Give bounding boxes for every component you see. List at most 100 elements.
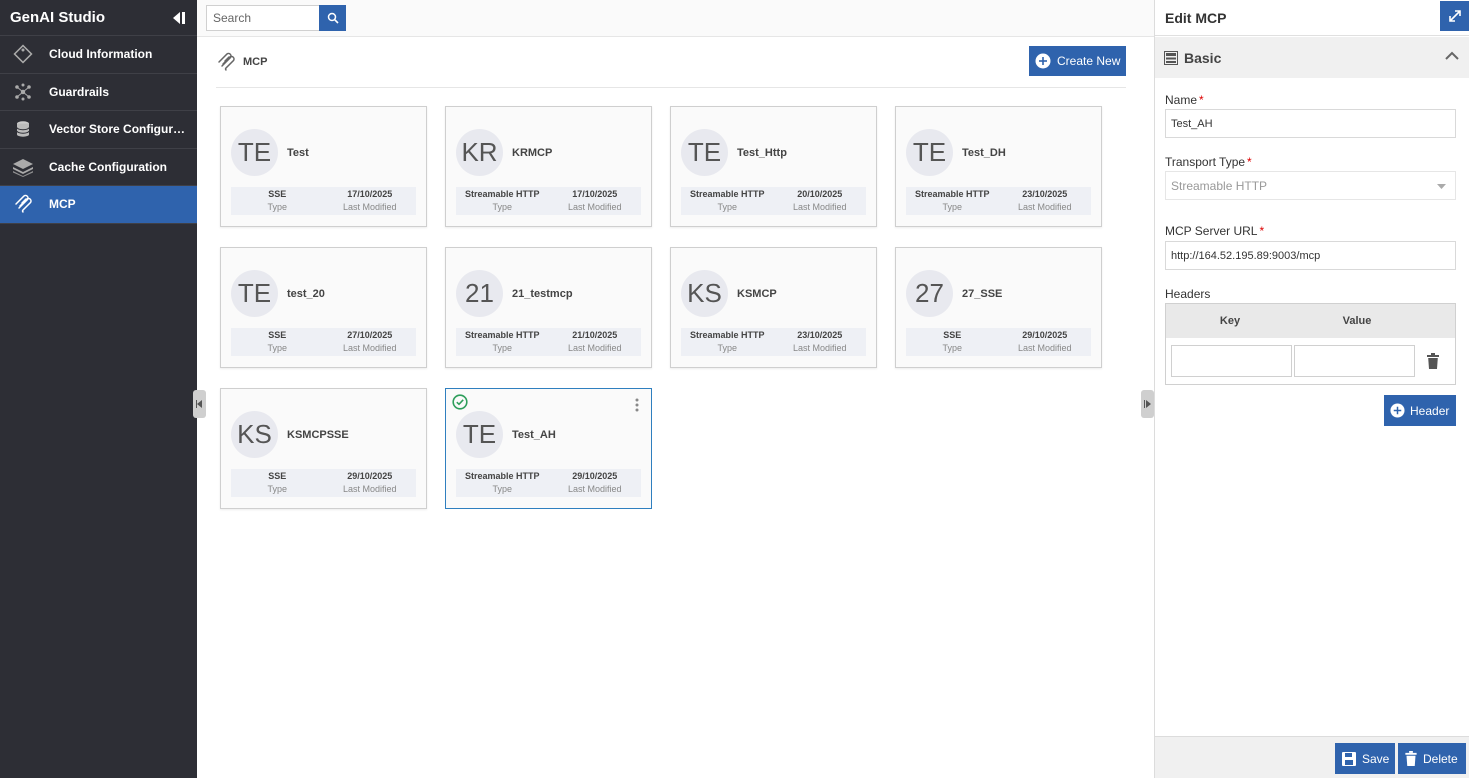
card-name: Test — [287, 147, 309, 159]
card-name: Test_AH — [512, 429, 556, 441]
save-icon — [1342, 751, 1356, 766]
header-key-input[interactable] — [1171, 345, 1292, 377]
header-value-input[interactable] — [1294, 345, 1415, 377]
plus-circle-icon — [1035, 53, 1051, 69]
card-type-value: Streamable HTTP — [464, 471, 540, 481]
card-type-label: Type — [267, 202, 287, 212]
card-type-value: Streamable HTTP — [464, 189, 540, 199]
name-field[interactable] — [1165, 109, 1456, 138]
mcp-card[interactable]: 21 21_testmcp Streamable HTTP Type 21/10/… — [445, 247, 652, 368]
delete-row-icon[interactable] — [1427, 353, 1439, 369]
card-name: Test_DH — [962, 147, 1006, 159]
search-input[interactable] — [206, 5, 319, 31]
sidebar-item-label: Cloud Information — [49, 47, 153, 62]
card-type-label: Type — [717, 343, 737, 353]
mcp-icon — [12, 194, 34, 214]
sidebar-item-label: Guardrails — [49, 84, 110, 99]
trash-icon — [1405, 751, 1417, 766]
mcp-card-selected[interactable]: TE Test_AH Streamable HTTP Type 29/10/202… — [445, 388, 652, 509]
avatar: TE — [906, 129, 953, 176]
mcp-card[interactable]: KS KSMCPSSE SSE Type 29/10/2025 Last Modif… — [220, 388, 427, 509]
mcp-card[interactable]: KR KRMCP Streamable HTTP Type 17/10/2025 L… — [445, 106, 652, 227]
right-splitter-handle[interactable] — [1141, 390, 1154, 418]
sidebar-item-label: Vector Store Configurat... — [49, 122, 189, 137]
check-circle-icon — [452, 394, 468, 410]
sidebar-item-cloud-information[interactable]: Cloud Information — [0, 36, 197, 74]
mcp-card[interactable]: TE Test_Http Streamable HTTP Type 20/10/2… — [670, 106, 877, 227]
value-column-header: Value — [1342, 315, 1372, 327]
mcp-card[interactable]: 27 27_SSE SSE Type 29/10/2025 Last Modifie… — [895, 247, 1102, 368]
card-footer: Streamable HTTP Type 23/10/2025 Last Modif… — [906, 187, 1091, 215]
delete-button[interactable]: Delete — [1398, 743, 1466, 774]
card-name: KSMCPSSE — [287, 429, 349, 441]
avatar: TE — [231, 270, 278, 317]
card-name: test_20 — [287, 288, 325, 300]
sidebar-item-label: Cache Configuration — [49, 159, 168, 174]
sidebar-item-vector-store[interactable]: Vector Store Configurat... — [0, 111, 197, 149]
avatar: KS — [231, 411, 278, 458]
headers-label: Headers — [1165, 287, 1211, 301]
avatar: TE — [681, 129, 728, 176]
card-date-label: Last Modified — [567, 484, 622, 494]
card-date-value: 21/10/2025 — [572, 330, 618, 340]
card-date-label: Last Modified — [1017, 343, 1072, 353]
headers-table: Key Value — [1165, 303, 1456, 385]
card-type-label: Type — [717, 202, 737, 212]
save-button[interactable]: Save — [1335, 743, 1395, 774]
card-date-label: Last Modified — [567, 343, 622, 353]
chevron-up-icon[interactable] — [1445, 51, 1459, 60]
mcp-card[interactable]: TE test_20 SSE Type 27/10/2025 Last Modifi… — [220, 247, 427, 368]
avatar: TE — [456, 411, 503, 458]
avatar: TE — [231, 129, 278, 176]
left-splitter-handle[interactable] — [193, 390, 206, 418]
page-header: MCP Create New — [216, 37, 1126, 88]
avatar: 27 — [906, 270, 953, 317]
tag-icon — [12, 44, 34, 64]
network-icon — [12, 82, 34, 102]
card-footer: Streamable HTTP Type 21/10/2025 Last Modif… — [456, 328, 641, 356]
section-title: Basic — [1184, 49, 1222, 66]
transport-type-value: Streamable HTTP — [1171, 178, 1268, 193]
card-date-label: Last Modified — [1017, 202, 1072, 212]
transport-type-select[interactable]: Streamable HTTP — [1165, 171, 1456, 200]
mcp-server-url-field[interactable] — [1165, 241, 1456, 270]
edit-panel: Edit MCP Basic Name* Transport Type* Str… — [1154, 0, 1469, 778]
card-date-value: 29/10/2025 — [1022, 330, 1068, 340]
card-date-label: Last Modified — [342, 343, 397, 353]
sidebar-item-guardrails[interactable]: Guardrails — [0, 74, 197, 111]
card-date-value: 17/10/2025 — [347, 189, 393, 199]
main-content: MCP Create New TE Test SSE Type 17/10/202… — [193, 0, 1154, 778]
avatar: KR — [456, 129, 503, 176]
delete-label: Delete — [1423, 751, 1458, 766]
mcp-card[interactable]: TE Test_DH Streamable HTTP Type 23/10/202… — [895, 106, 1102, 227]
expand-panel-button[interactable] — [1440, 1, 1469, 31]
card-type-label: Type — [267, 484, 287, 494]
mcp-card[interactable]: TE Test SSE Type 17/10/2025 Last Modified — [220, 106, 427, 227]
panel-footer: Save Delete — [1155, 736, 1469, 778]
sidebar-item-mcp[interactable]: MCP — [0, 186, 197, 224]
card-date-value: 20/10/2025 — [797, 189, 843, 199]
card-type-value: SSE — [268, 189, 287, 199]
card-footer: Streamable HTTP Type 20/10/2025 Last Modif… — [681, 187, 866, 215]
card-footer: Streamable HTTP Type 29/10/2025 Last Modif… — [456, 469, 641, 497]
card-footer: SSE Type 27/10/2025 Last Modified — [231, 328, 416, 356]
mcp-card[interactable]: KS KSMCP Streamable HTTP Type 23/10/2025 L… — [670, 247, 877, 368]
section-basic[interactable]: Basic — [1155, 37, 1469, 78]
card-type-value: SSE — [268, 330, 287, 340]
card-name: Test_Http — [737, 147, 787, 159]
card-type-value: Streamable HTTP — [464, 330, 540, 340]
card-type-value: SSE — [943, 330, 962, 340]
create-new-button[interactable]: Create New — [1029, 46, 1126, 76]
form-icon — [1164, 50, 1178, 65]
add-header-button[interactable]: Header — [1384, 395, 1456, 426]
caret-left-icon — [195, 400, 202, 408]
collapse-sidebar-icon[interactable] — [169, 9, 187, 27]
card-type-value: Streamable HTTP — [689, 189, 765, 199]
mcp-server-url-label: MCP Server URL * — [1165, 224, 1265, 238]
more-options-icon[interactable] — [635, 398, 639, 412]
card-name: 21_testmcp — [512, 288, 573, 300]
search-button[interactable] — [319, 5, 346, 31]
card-date-value: 29/10/2025 — [572, 471, 618, 481]
create-new-label: Create New — [1057, 54, 1121, 68]
sidebar-item-cache-configuration[interactable]: Cache Configuration — [0, 149, 197, 186]
